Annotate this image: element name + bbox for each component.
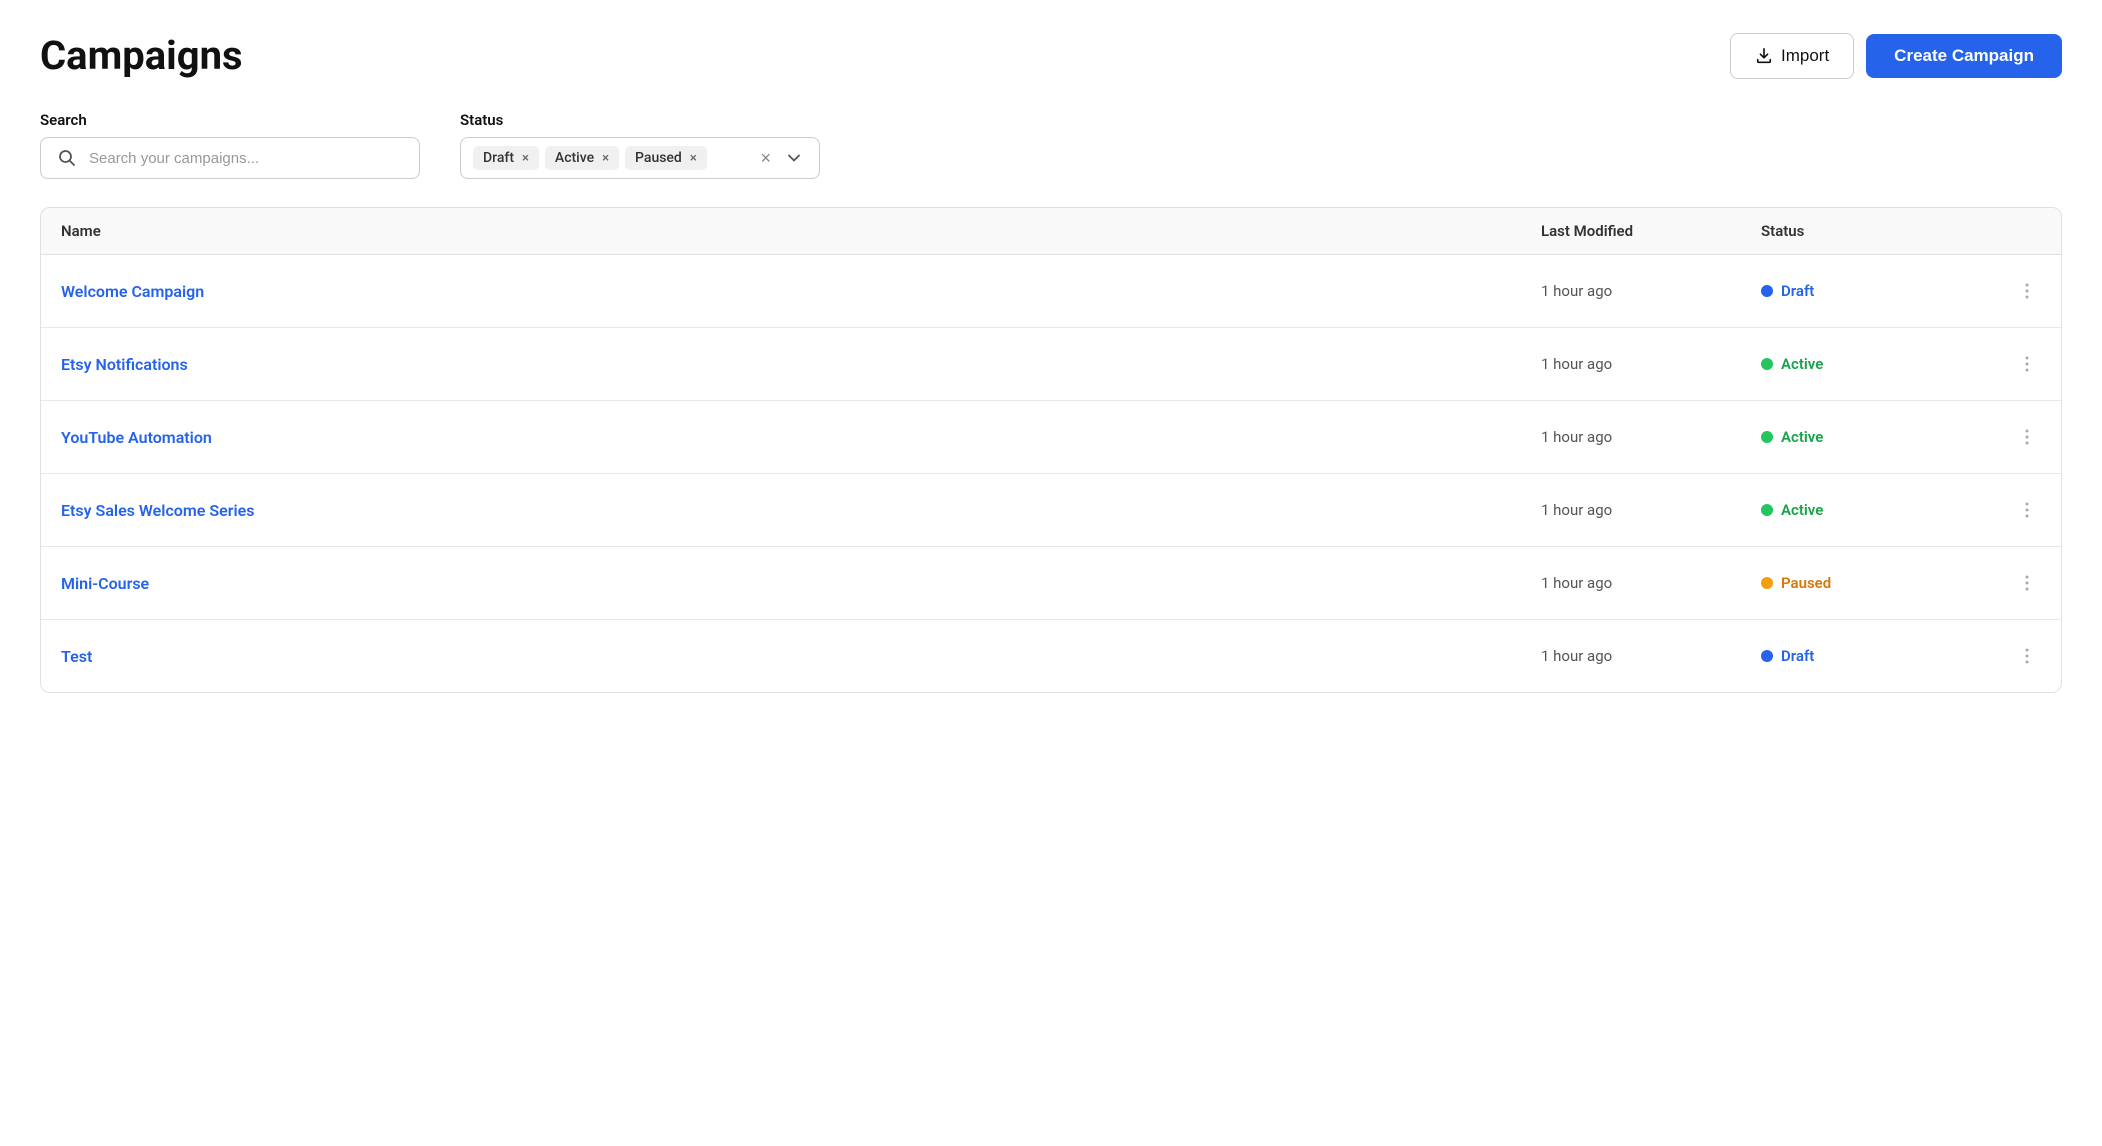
ellipsis-icon [2017, 281, 2037, 301]
status-dot [1761, 650, 1773, 662]
status-tag-active: Active × [545, 146, 619, 170]
ellipsis-icon [2017, 500, 2037, 520]
ellipsis-icon [2017, 427, 2037, 447]
status-dot [1761, 431, 1773, 443]
import-label: Import [1781, 46, 1829, 66]
table-row: Welcome Campaign 1 hour ago Draft [41, 255, 2061, 328]
import-button[interactable]: Import [1730, 33, 1854, 79]
ellipsis-icon [2017, 573, 2037, 593]
campaigns-table: Name Last Modified Status Welcome Campai… [40, 207, 2062, 693]
import-icon [1755, 47, 1773, 65]
status-dot [1761, 358, 1773, 370]
status-cell: Active [1761, 428, 1981, 446]
last-modified: 1 hour ago [1541, 355, 1761, 373]
last-modified: 1 hour ago [1541, 501, 1761, 519]
status-filter-group: Status Draft × Active × Paused × × [460, 111, 820, 179]
campaign-name[interactable]: Etsy Notifications [61, 355, 1541, 374]
col-last-modified: Last Modified [1541, 222, 1761, 240]
status-cell: Paused [1761, 574, 1981, 592]
table-row: Etsy Notifications 1 hour ago Active [41, 328, 2061, 401]
status-tag-paused-label: Paused [635, 150, 682, 166]
table-row: YouTube Automation 1 hour ago Active [41, 401, 2061, 474]
col-status: Status [1761, 222, 1981, 240]
search-wrapper [40, 137, 420, 179]
chevron-down-icon [785, 149, 803, 167]
status-text: Active [1781, 355, 1823, 373]
status-cell: Active [1761, 355, 1981, 373]
table-header: Name Last Modified Status [41, 208, 2061, 255]
status-dot [1761, 504, 1773, 516]
search-input[interactable] [89, 150, 403, 167]
last-modified: 1 hour ago [1541, 282, 1761, 300]
campaign-name[interactable]: Test [61, 647, 1541, 666]
row-menu-button[interactable] [1981, 423, 2041, 451]
status-text: Draft [1781, 647, 1814, 665]
ellipsis-icon [2017, 354, 2037, 374]
campaign-name[interactable]: YouTube Automation [61, 428, 1541, 447]
last-modified: 1 hour ago [1541, 428, 1761, 446]
status-cell: Draft [1761, 647, 1981, 665]
remove-paused-tag[interactable]: × [690, 152, 697, 165]
status-text: Draft [1781, 282, 1814, 300]
row-menu-button[interactable] [1981, 496, 2041, 524]
status-tag-paused: Paused × [625, 146, 707, 170]
status-text: Active [1781, 501, 1823, 519]
remove-active-tag[interactable]: × [602, 152, 609, 165]
search-filter-group: Search [40, 111, 420, 179]
status-text: Paused [1781, 574, 1831, 592]
last-modified: 1 hour ago [1541, 574, 1761, 592]
table-row: Etsy Sales Welcome Series 1 hour ago Act… [41, 474, 2061, 547]
row-menu-button[interactable] [1981, 569, 2041, 597]
col-name: Name [61, 222, 1541, 240]
row-menu-button[interactable] [1981, 277, 2041, 305]
status-tag-active-label: Active [555, 150, 594, 166]
status-dropdown-button[interactable] [781, 147, 807, 169]
table-row: Test 1 hour ago Draft [41, 620, 2061, 692]
status-tag-draft: Draft × [473, 146, 539, 170]
status-cell: Draft [1761, 282, 1981, 300]
campaign-name[interactable]: Etsy Sales Welcome Series [61, 501, 1541, 520]
last-modified: 1 hour ago [1541, 647, 1761, 665]
page-title: Campaigns [40, 32, 243, 79]
table-body: Welcome Campaign 1 hour ago Draft Etsy N… [41, 255, 2061, 692]
status-filter: Draft × Active × Paused × × [460, 137, 820, 179]
search-label: Search [40, 111, 420, 129]
search-icon [57, 148, 77, 168]
page-header: Campaigns Import Create Campaign [40, 32, 2062, 79]
table-row: Mini-Course 1 hour ago Paused [41, 547, 2061, 620]
clear-all-status-button[interactable]: × [754, 147, 777, 169]
remove-draft-tag[interactable]: × [522, 152, 529, 165]
campaign-name[interactable]: Welcome Campaign [61, 282, 1541, 301]
status-tag-draft-label: Draft [483, 150, 514, 166]
row-menu-button[interactable] [1981, 350, 2041, 378]
status-label: Status [460, 111, 820, 129]
col-actions [1981, 222, 2041, 240]
row-menu-button[interactable] [1981, 642, 2041, 670]
status-filter-actions: × [754, 147, 807, 169]
campaign-name[interactable]: Mini-Course [61, 574, 1541, 593]
status-dot [1761, 285, 1773, 297]
header-actions: Import Create Campaign [1730, 33, 2062, 79]
status-cell: Active [1761, 501, 1981, 519]
filters-row: Search Status Draft × Active × Paused × [40, 111, 2062, 179]
ellipsis-icon [2017, 646, 2037, 666]
status-dot [1761, 577, 1773, 589]
status-text: Active [1781, 428, 1823, 446]
create-campaign-button[interactable]: Create Campaign [1866, 34, 2062, 78]
